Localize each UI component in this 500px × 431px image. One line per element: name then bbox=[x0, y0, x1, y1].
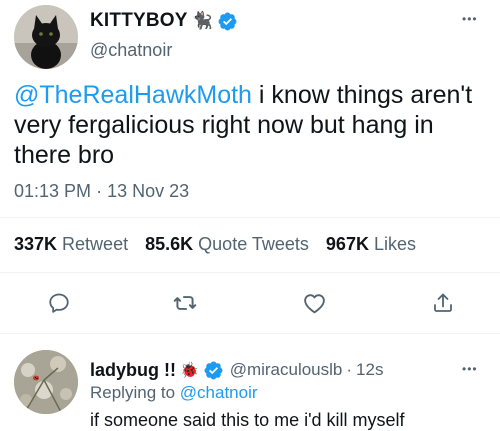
share-button[interactable] bbox=[428, 288, 458, 318]
handle[interactable]: @chatnoir bbox=[90, 40, 172, 61]
mention-link[interactable]: @TheRealHawkMoth bbox=[14, 81, 252, 109]
black-cat-avatar-image bbox=[14, 5, 78, 69]
divider bbox=[0, 217, 500, 218]
heart-icon bbox=[303, 293, 325, 313]
tweet-text: @TheRealHawkMoth i know things aren't ve… bbox=[14, 80, 494, 170]
separator: · bbox=[346, 360, 353, 379]
share-icon bbox=[434, 293, 452, 312]
divider bbox=[0, 333, 500, 334]
verified-badge-icon bbox=[218, 12, 237, 30]
reply-handle[interactable]: @miraculouslb bbox=[230, 360, 343, 380]
tweet-stats: 337K Retweet 85.6K Quote Tweets 967K Lik… bbox=[14, 234, 416, 255]
timestamp-line: 01:13 PM · 13 Nov 23 bbox=[14, 181, 189, 202]
retweet-button[interactable] bbox=[170, 288, 200, 318]
divider bbox=[0, 272, 500, 273]
separator: · bbox=[96, 181, 103, 201]
reply-display-name[interactable]: ladybug !! bbox=[90, 360, 176, 381]
replying-to-link[interactable]: @chatnoir bbox=[180, 383, 258, 402]
verified-badge-icon bbox=[204, 361, 223, 379]
retweets-stat[interactable]: 337K Retweet bbox=[14, 234, 133, 254]
quotes-count: 85.6K bbox=[145, 234, 194, 254]
flowers-avatar-image bbox=[14, 350, 78, 414]
likes-stat[interactable]: 967K Likes bbox=[326, 234, 416, 254]
retweet-icon bbox=[173, 296, 197, 310]
retweets-count: 337K bbox=[14, 234, 58, 254]
cat-emoji: 🐈‍⬛ bbox=[191, 11, 213, 30]
reply-button[interactable] bbox=[44, 288, 74, 318]
likes-label: Likes bbox=[373, 234, 416, 254]
reply-icon bbox=[49, 293, 69, 313]
more-options-icon[interactable]: ••• bbox=[462, 13, 478, 25]
quotes-stat[interactable]: 85.6K Quote Tweets bbox=[145, 234, 314, 254]
tweet-date[interactable]: 13 Nov 23 bbox=[107, 181, 189, 201]
tweet-time[interactable]: 01:13 PM bbox=[14, 181, 91, 201]
like-button[interactable] bbox=[299, 288, 329, 318]
retweets-label: Retweet bbox=[62, 234, 129, 254]
quotes-label: Quote Tweets bbox=[198, 234, 309, 254]
reply-more-options-icon[interactable]: ••• bbox=[462, 363, 478, 375]
likes-count: 967K bbox=[325, 234, 369, 254]
ladybug-emoji: 🐞 bbox=[180, 362, 199, 379]
replying-to-prefix: Replying to bbox=[90, 383, 176, 402]
replying-to-line: Replying to @chatnoir bbox=[90, 383, 258, 403]
avatar[interactable] bbox=[14, 5, 78, 69]
reply-text: if someone said this to me i'd kill myse… bbox=[90, 410, 405, 430]
display-name[interactable]: KITTYBOY bbox=[90, 10, 188, 32]
reply-avatar[interactable] bbox=[14, 350, 78, 414]
reply-time[interactable]: 12s bbox=[356, 360, 383, 380]
